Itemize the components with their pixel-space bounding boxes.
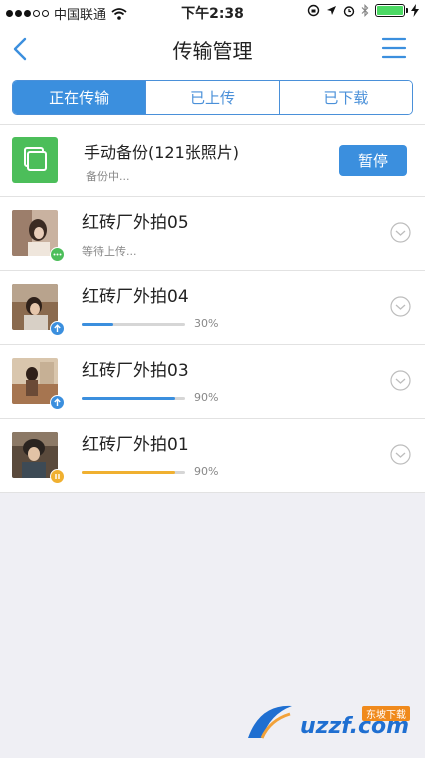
upload-arrow-icon — [54, 398, 61, 406]
backup-status: 备份中... — [86, 170, 130, 183]
transfer-item[interactable]: 红砖厂外拍03 90% — [0, 345, 425, 419]
segmented-tabs: 正在传输 已上传 已下载 — [12, 80, 413, 115]
item-title: 红砖厂外拍05 — [82, 213, 189, 233]
photo-stack-icon — [12, 137, 58, 183]
paused-badge — [50, 469, 65, 484]
page-title: 传输管理 — [172, 39, 253, 63]
transfer-item[interactable]: 红砖厂外拍04 30% — [0, 271, 425, 345]
tab-transferring[interactable]: 正在传输 — [13, 81, 147, 114]
chevron-down-circle-icon — [390, 222, 411, 243]
bluetooth-icon — [361, 4, 369, 17]
upload-badge — [50, 321, 65, 336]
chevron-down-circle-icon — [390, 370, 411, 391]
hamburger-menu-icon — [381, 37, 407, 59]
progress-fill — [82, 397, 175, 400]
item-title: 红砖厂外拍04 — [82, 287, 189, 307]
navigation-bar: 传输管理 — [0, 24, 425, 74]
photo-thumbnail — [12, 358, 65, 410]
photo-thumbnail — [12, 284, 65, 336]
item-title: 红砖厂外拍03 — [82, 361, 189, 381]
expand-button[interactable] — [390, 222, 411, 243]
photo-thumbnail — [12, 432, 65, 484]
watermark-swoosh-icon — [248, 705, 292, 739]
transfer-item[interactable]: 红砖厂外拍01 90% — [0, 419, 425, 493]
status-right — [307, 4, 419, 17]
item-status: 等待上传... — [82, 245, 137, 258]
progress-bar — [82, 397, 185, 400]
progress-percent: 90% — [194, 391, 219, 404]
expand-button[interactable] — [390, 444, 411, 465]
watermark-logo: uzzf.com 东坡下载 — [240, 700, 420, 745]
tab-bar-container: 正在传输 已上传 已下载 — [0, 74, 425, 124]
battery-icon — [375, 4, 408, 17]
progress-bar — [82, 471, 185, 474]
progress-fill — [82, 323, 113, 326]
tab-uploaded[interactable]: 已上传 — [146, 81, 280, 114]
menu-button[interactable] — [381, 36, 407, 60]
watermark-tag: 东坡下载 — [362, 706, 410, 721]
progress-fill — [82, 471, 175, 474]
chevron-down-circle-icon — [390, 444, 411, 465]
expand-button[interactable] — [390, 296, 411, 317]
progress-percent: 30% — [194, 317, 219, 330]
upload-badge — [50, 395, 65, 410]
item-title: 红砖厂外拍01 — [82, 435, 189, 455]
paused-icon — [55, 474, 60, 479]
transfer-item[interactable]: 红砖厂外拍05 等待上传... — [0, 197, 425, 271]
transfer-list: 手动备份(121张照片) 备份中... 暂停 红砖厂外拍05 等待上传... 红… — [0, 124, 425, 493]
chevron-left-icon — [13, 37, 27, 61]
charging-icon — [411, 4, 419, 17]
progress-percent: 90% — [194, 465, 219, 478]
upload-arrow-icon — [54, 324, 61, 332]
location-icon — [327, 6, 336, 15]
tab-downloaded[interactable]: 已下载 — [279, 81, 412, 114]
backup-row: 手动备份(121张照片) 备份中... 暂停 — [0, 124, 425, 197]
photo-thumbnail — [12, 210, 65, 262]
waiting-badge — [50, 247, 65, 262]
rotation-lock-icon — [307, 4, 320, 17]
expand-button[interactable] — [390, 370, 411, 391]
back-button[interactable] — [8, 32, 38, 66]
alarm-icon — [343, 5, 355, 17]
pause-button[interactable]: 暂停 — [339, 145, 407, 176]
waiting-icon — [53, 253, 62, 256]
progress-bar — [82, 323, 185, 326]
backup-title: 手动备份(121张照片) — [84, 143, 240, 162]
chevron-down-circle-icon — [390, 296, 411, 317]
status-bar: 中国联通 下午2:38 — [0, 0, 425, 24]
